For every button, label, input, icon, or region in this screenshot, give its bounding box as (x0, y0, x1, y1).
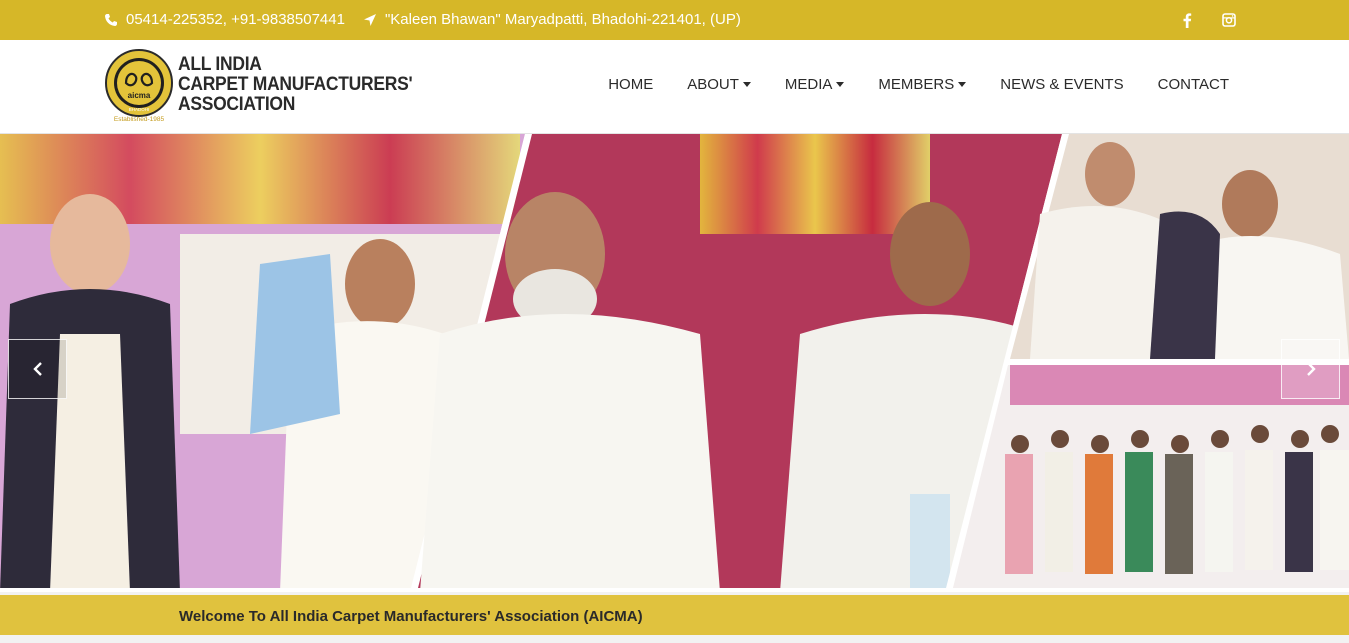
caret-down-icon (742, 82, 751, 87)
logo-line-1: ALL INDIA (178, 54, 262, 75)
instagram-icon[interactable] (1221, 12, 1237, 28)
caret-down-icon (836, 82, 845, 87)
address-text: "Kaleen Bhawan" Maryadpatti, Bhadohi-221… (384, 11, 741, 28)
social-links (1179, 12, 1237, 28)
location-arrow-icon (363, 13, 377, 27)
slider-next-button[interactable] (1281, 339, 1340, 399)
nav-contact[interactable]: CONTACT (1158, 76, 1229, 93)
main-navbar: aicma BHADOHI Established-1985 ALL INDIA… (0, 40, 1349, 134)
welcome-text: Welcome To All India Carpet Manufacturer… (179, 608, 643, 625)
established-text: Established-1985 (114, 116, 165, 123)
logo-wordmark: ALL INDIA CARPET MANUFACTURERS' ASSOCIAT… (178, 54, 413, 115)
chevron-left-icon (32, 362, 42, 376)
facebook-icon[interactable] (1179, 12, 1195, 28)
address-info: "Kaleen Bhawan" Maryadpatti, Bhadohi-221… (363, 11, 741, 28)
caret-down-icon (958, 82, 967, 87)
nav-home[interactable]: HOME (608, 76, 653, 93)
logo-line-2: CARPET MANUFACTURERS' (178, 74, 413, 95)
phone-info: 05414-225352, +91-9838507441 (104, 11, 345, 28)
site-logo[interactable]: aicma BHADOHI Established-1985 ALL INDIA… (104, 47, 433, 123)
nav-members[interactable]: MEMBERS (878, 76, 967, 93)
welcome-bar: Welcome To All India Carpet Manufacturer… (0, 595, 1349, 635)
nav-members-label: MEMBERS (878, 76, 955, 93)
phone-text: 05414-225352, +91-9838507441 (126, 11, 345, 28)
logo-line-3: ASSOCIATION (178, 94, 296, 115)
main-menu: HOME ABOUT MEDIA MEMBERS NEWS & EVENTS C… (574, 76, 1229, 93)
slider-collage-image (0, 134, 1349, 592)
nav-news-events[interactable]: NEWS & EVENTS (1000, 76, 1123, 93)
slider-prev-button[interactable] (8, 339, 67, 399)
nav-contact-label: CONTACT (1157, 76, 1229, 93)
nav-news-events-label: NEWS & EVENTS (1000, 76, 1124, 93)
phone-icon (104, 13, 118, 27)
contact-info: 05414-225352, +91-9838507441 "Kaleen Bha… (104, 11, 759, 28)
nav-about-label: ABOUT (687, 76, 739, 93)
seal-sub: BHADOHI (129, 107, 150, 112)
top-bar: 05414-225352, +91-9838507441 "Kaleen Bha… (0, 0, 1349, 40)
nav-media[interactable]: MEDIA (785, 76, 845, 93)
nav-about[interactable]: ABOUT (687, 76, 751, 93)
nav-media-label: MEDIA (784, 76, 833, 93)
nav-home-label: HOME (608, 76, 654, 93)
hero-slider (0, 134, 1349, 592)
seal-text: aicma (128, 91, 151, 100)
chevron-right-icon (1306, 362, 1316, 376)
aicma-seal-logo: aicma BHADOHI Established-1985 (104, 47, 174, 123)
